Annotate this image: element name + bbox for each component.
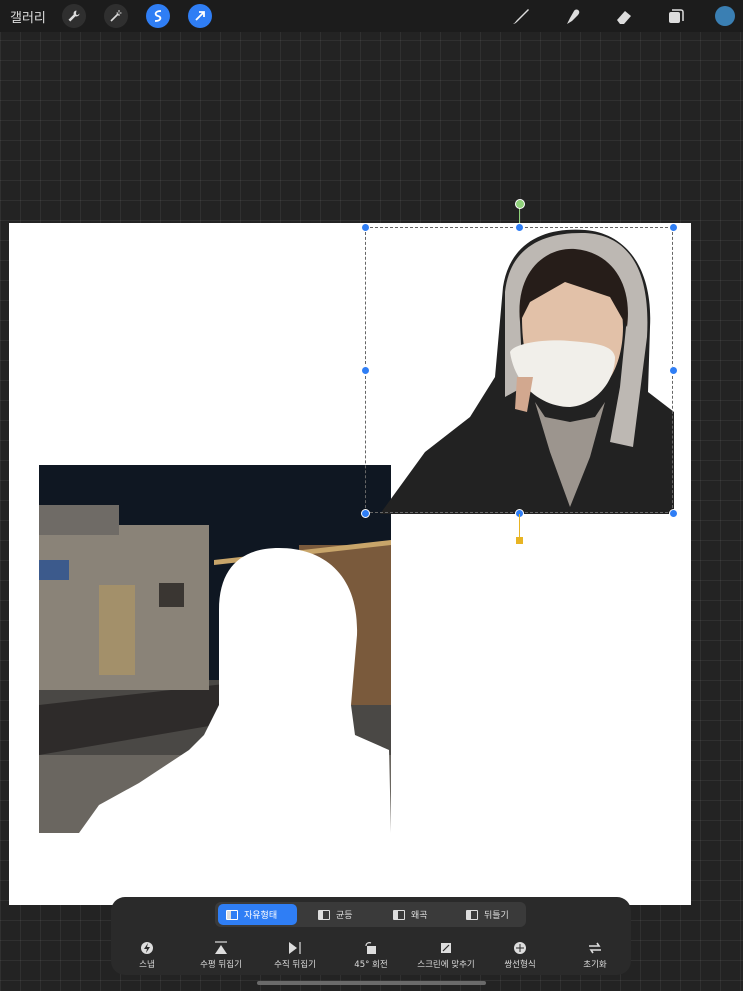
handle-bottom-left[interactable]: [361, 509, 370, 518]
handle-top-right[interactable]: [669, 223, 678, 232]
fit-screen-icon: [441, 943, 451, 953]
mode-label: 균등: [336, 911, 353, 921]
handle-middle-right[interactable]: [669, 366, 678, 375]
mode-label: 자유형태: [244, 911, 278, 921]
freeform-icon: [226, 909, 238, 920]
mode-freeform[interactable]: 자유형태: [218, 904, 297, 925]
rotation-handle[interactable]: [515, 199, 525, 209]
interpolation-button[interactable]: 쌍선형식: [483, 941, 557, 970]
color-swatch[interactable]: [715, 6, 735, 26]
warp-icon: [466, 909, 478, 920]
layers-icon[interactable]: [662, 4, 688, 28]
flip-horizontal-icon: [215, 941, 227, 954]
mode-label: 뒤틀기: [484, 911, 509, 921]
wrench-icon[interactable]: [62, 4, 86, 28]
mode-warp[interactable]: 뒤틀기: [458, 904, 524, 925]
distort-icon: [393, 909, 405, 920]
reset-button[interactable]: 초기화: [558, 941, 632, 970]
fit-screen-label: 스크린에 맞추기: [417, 960, 475, 970]
handle-top-left[interactable]: [361, 223, 370, 232]
uniform-icon: [318, 909, 330, 920]
reset-label: 초기화: [583, 960, 607, 970]
rotate-45-label: 45° 회전: [354, 960, 388, 970]
street-photo-layer[interactable]: [39, 465, 391, 833]
rotate-icon: [365, 942, 376, 954]
handle-top-middle[interactable]: [515, 223, 524, 232]
snap-icon: [141, 942, 153, 954]
flip-vertical-icon: [289, 942, 301, 954]
flip-horizontal-button[interactable]: 수평 뒤집기: [184, 941, 258, 970]
smudge-icon[interactable]: [560, 4, 586, 28]
pivot-handle[interactable]: [516, 537, 523, 544]
flip-horizontal-label: 수평 뒤집기: [200, 960, 242, 970]
home-indicator: [257, 981, 486, 985]
brush-icon[interactable]: [508, 4, 534, 28]
snap-button[interactable]: 스냅: [110, 941, 184, 970]
handle-bottom-right[interactable]: [669, 509, 678, 518]
reset-icon: [589, 942, 601, 954]
pivot-guide-line: [519, 514, 520, 538]
magic-wand-icon[interactable]: [104, 4, 128, 28]
snap-label: 스냅: [139, 960, 155, 970]
flip-vertical-button[interactable]: 수직 뒤집기: [258, 941, 332, 970]
interpolation-label: 쌍선형식: [504, 960, 536, 970]
mode-label: 왜곡: [411, 911, 428, 921]
flip-vertical-label: 수직 뒤집기: [274, 960, 316, 970]
handle-middle-left[interactable]: [361, 366, 370, 375]
gallery-button[interactable]: 갤러리: [10, 7, 46, 26]
transform-bounding-box[interactable]: [365, 227, 673, 513]
mode-distort[interactable]: 왜곡: [385, 904, 455, 925]
fit-screen-button[interactable]: 스크린에 맞추기: [409, 941, 483, 970]
mode-uniform[interactable]: 균등: [310, 904, 378, 925]
interpolation-icon: [514, 942, 526, 954]
eraser-icon[interactable]: [611, 4, 637, 28]
rotate-45-button[interactable]: 45° 회전: [334, 941, 408, 970]
selection-icon[interactable]: [146, 4, 170, 28]
transform-arrow-icon[interactable]: [188, 4, 212, 28]
